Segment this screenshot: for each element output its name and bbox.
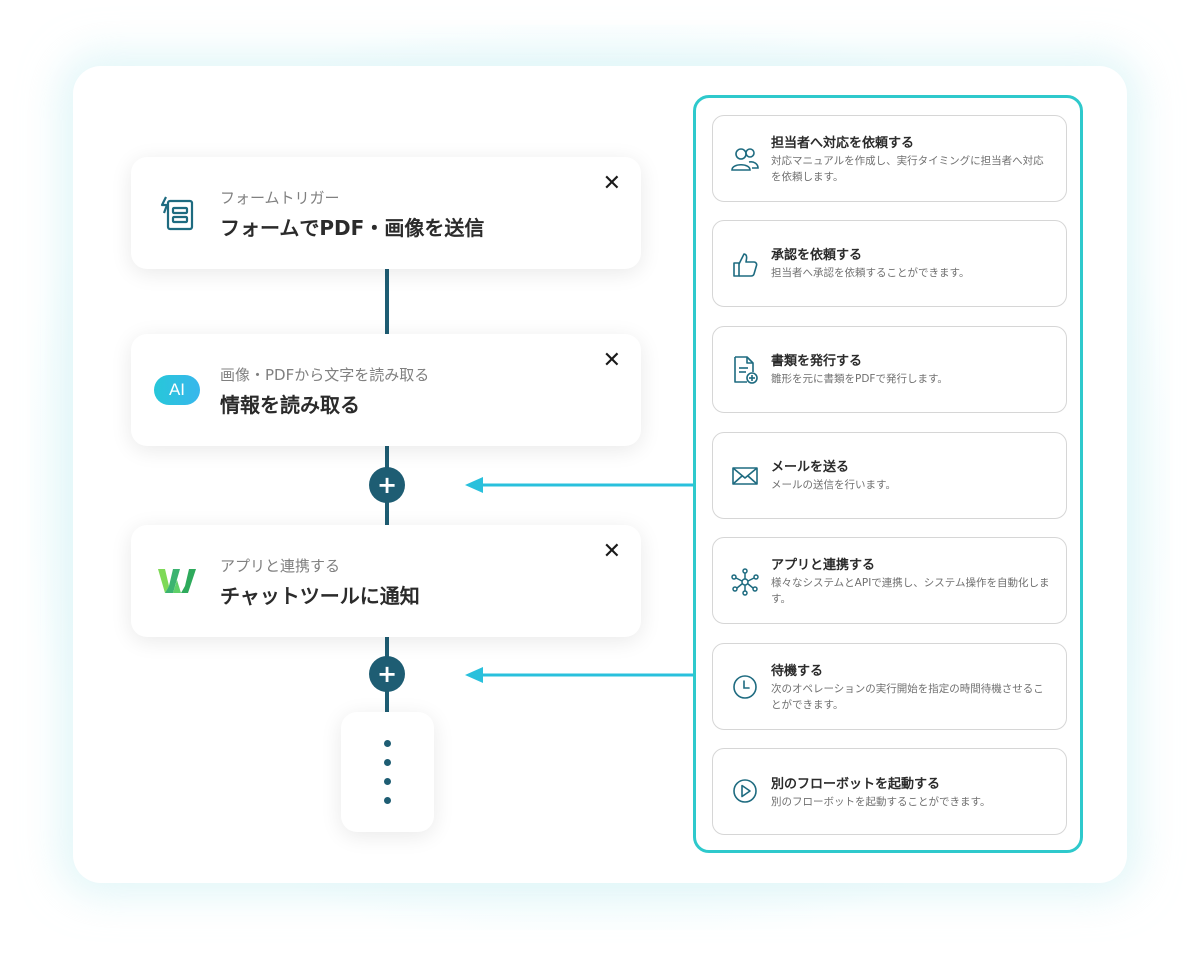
action-title: 承認を依頼する xyxy=(771,248,863,263)
action-send-mail[interactable]: メールを送る メールの送信を行います。 xyxy=(712,432,1067,519)
ai-badge: AI xyxy=(154,375,200,405)
action-request-person[interactable]: 担当者へ対応を依頼する 対応マニュアルを作成し、実行タイミングに担当者へ対応を依… xyxy=(712,115,1067,202)
step-card-chat-notify[interactable]: アプリと連携する チャットツールに通知 ✕ xyxy=(131,525,641,637)
action-launch-flowbot[interactable]: 別のフローボットを起動する 別のフローボットを起動することができます。 xyxy=(712,748,1067,835)
more-steps-placeholder[interactable] xyxy=(341,712,434,832)
action-desc: 担当者へ承認を依頼することができます。 xyxy=(771,267,970,279)
action-desc: 対応マニュアルを作成し、実行タイミングに担当者へ対応を依頼します。 xyxy=(771,155,1044,183)
clock-icon xyxy=(729,671,761,703)
ai-badge-icon: AI xyxy=(153,368,201,412)
play-circle-icon xyxy=(729,775,761,807)
add-step-button[interactable]: + xyxy=(369,467,405,503)
step-subtitle: フォームトリガー xyxy=(220,189,340,207)
action-title: メールを送る xyxy=(771,460,850,475)
dot xyxy=(384,797,391,804)
action-title: 書類を発行する xyxy=(771,354,863,369)
connector-line xyxy=(385,268,389,336)
close-icon[interactable]: ✕ xyxy=(603,173,621,195)
action-desc: 雛形を元に書類をPDFで発行します。 xyxy=(771,373,948,385)
dot xyxy=(384,759,391,766)
people-icon xyxy=(729,143,761,175)
action-app-integration[interactable]: アプリと連携する 様々なシステムとAPIで連携し、システム操作を自動化します。 xyxy=(712,537,1067,624)
step-title: チャットツールに通知 xyxy=(220,584,420,608)
action-wait[interactable]: 待機する 次のオペレーションの実行開始を指定の時間待機させることができます。 xyxy=(712,643,1067,730)
action-title: アプリと連携する xyxy=(771,558,876,573)
arrow-left-icon xyxy=(465,477,697,493)
step-title: 情報を読み取る xyxy=(220,393,360,417)
chat-app-logo-icon xyxy=(153,559,201,603)
action-desc: 次のオペレーションの実行開始を指定の時間待機させることができます。 xyxy=(771,683,1044,711)
add-step-button[interactable]: + xyxy=(369,656,405,692)
network-icon xyxy=(729,566,761,598)
step-subtitle: アプリと連携する xyxy=(220,557,341,575)
action-desc: 別のフローボットを起動することができます。 xyxy=(771,796,991,808)
action-title: 待機する xyxy=(771,664,824,679)
action-title: 担当者へ対応を依頼する xyxy=(771,136,915,151)
action-desc: 様々なシステムとAPIで連携し、システム操作を自動化します。 xyxy=(771,577,1050,605)
action-issue-document[interactable]: 書類を発行する 雛形を元に書類をPDFで発行します。 xyxy=(712,326,1067,413)
action-list-panel: 担当者へ対応を依頼する 対応マニュアルを作成し、実行タイミングに担当者へ対応を依… xyxy=(693,95,1083,853)
dot xyxy=(384,778,391,785)
close-icon[interactable]: ✕ xyxy=(603,541,621,563)
mail-icon xyxy=(729,460,761,492)
thumbs-up-icon xyxy=(729,249,761,281)
close-icon[interactable]: ✕ xyxy=(603,350,621,372)
action-title: 別のフローボットを起動する xyxy=(771,777,941,792)
form-icon xyxy=(153,191,201,235)
action-request-approval[interactable]: 承認を依頼する 担当者へ承認を依頼することができます。 xyxy=(712,220,1067,307)
step-card-form-trigger[interactable]: フォームトリガー フォームでPDF・画像を送信 ✕ xyxy=(131,157,641,269)
dot xyxy=(384,740,391,747)
step-card-ai-ocr[interactable]: AI 画像・PDFから文字を読み取る 情報を読み取る ✕ xyxy=(131,334,641,446)
document-add-icon xyxy=(729,354,761,386)
step-subtitle: 画像・PDFから文字を読み取る xyxy=(220,366,430,384)
step-title: フォームでPDF・画像を送信 xyxy=(220,216,485,240)
action-desc: メールの送信を行います。 xyxy=(771,479,896,491)
arrow-left-icon xyxy=(465,667,697,683)
